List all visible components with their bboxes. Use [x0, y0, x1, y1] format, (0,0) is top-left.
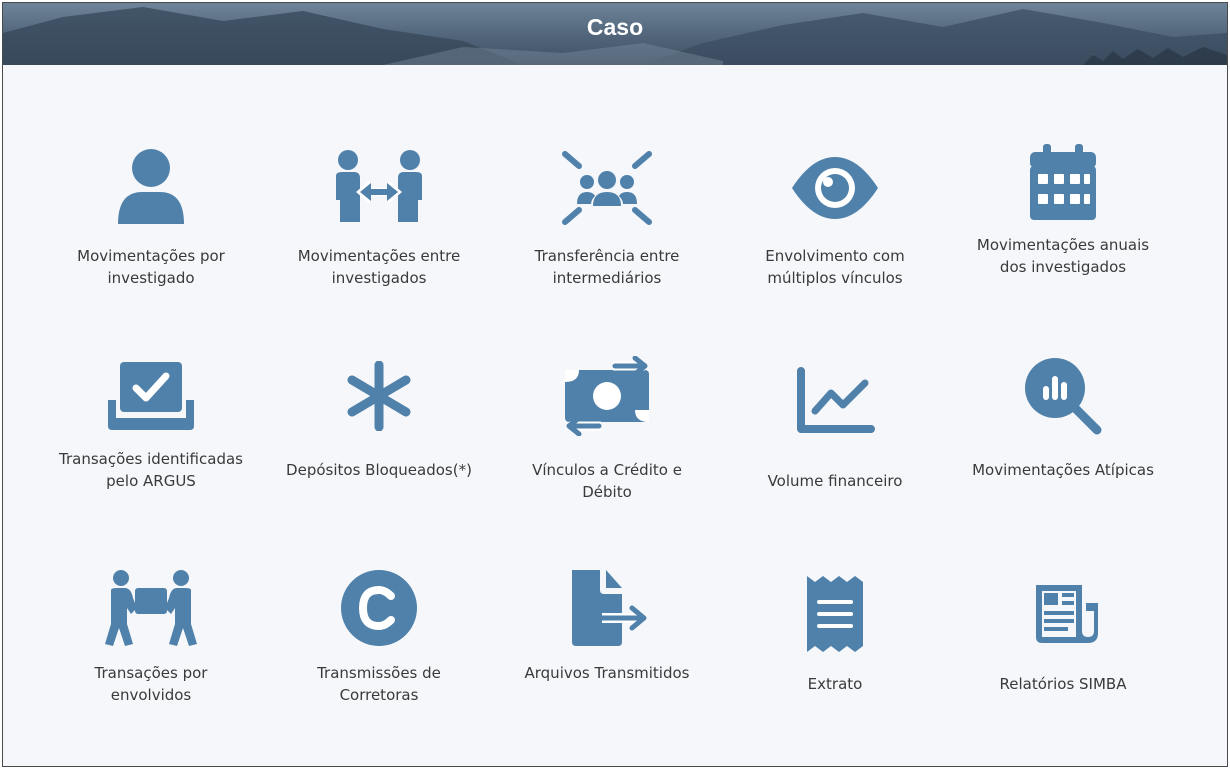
eye-icon [785, 143, 885, 233]
tile-label: Depósitos Bloqueados(*) [286, 461, 472, 479]
tile-label: Extrato [807, 675, 863, 693]
tile-transferencia-entre-intermediarios[interactable]: Transferência entre intermediários [493, 133, 721, 333]
tile-transacoes-por-envolvidos[interactable]: Transações por envolvidos [37, 559, 265, 759]
header-banner: Caso [3, 3, 1227, 65]
tile-label: Transações identificadas pelo ARGUS [59, 450, 243, 490]
tile-label: Relatórios SIMBA [999, 675, 1127, 693]
tile-movimentacoes-entre-investigados[interactable]: Movimentações entre investigados [265, 133, 493, 333]
tile-volume-financeiro[interactable]: Volume financeiro [721, 347, 949, 547]
newspaper-icon [1013, 569, 1113, 659]
calendar-icon [1013, 137, 1113, 227]
group-burst-icon [557, 143, 657, 233]
line-chart-icon [785, 357, 885, 447]
copyright-circle-icon [329, 563, 429, 653]
tile-label: Movimentações por investigado [77, 247, 225, 287]
tile-movimentacoes-anuais[interactable]: Movimentações anuais dos investigados [949, 133, 1177, 333]
app-frame: Caso Movimentações por investigado Movim… [2, 2, 1228, 767]
people-arrows-icon [329, 143, 429, 233]
tile-label: Movimentações anuais dos investigados [976, 236, 1150, 276]
tile-label: Transferência entre intermediários [534, 247, 680, 287]
tile-transmissoes-corretoras[interactable]: Transmissões de Corretoras [265, 559, 493, 759]
tile-label: Vínculos a Crédito e Débito [532, 461, 682, 501]
tile-movimentacoes-atipicas[interactable]: Movimentações Atípicas [949, 347, 1177, 547]
receipt-icon [785, 569, 885, 659]
tile-movimentacoes-por-investigado[interactable]: Movimentações por investigado [37, 133, 265, 333]
tile-arquivos-transmitidos[interactable]: Arquivos Transmitidos [493, 559, 721, 759]
tile-relatorios-simba[interactable]: Relatórios SIMBA [949, 559, 1177, 759]
people-carry-box-icon [101, 563, 201, 653]
inbox-check-icon [101, 351, 201, 441]
tile-vinculos-credito-debito[interactable]: Vínculos a Crédito e Débito [493, 347, 721, 547]
tile-extrato[interactable]: Extrato [721, 559, 949, 759]
tile-label: Transações por envolvidos [94, 664, 208, 704]
tile-label: Movimentações entre investigados [297, 247, 461, 287]
user-icon [101, 143, 201, 233]
tile-depositos-bloqueados[interactable]: Depósitos Bloqueados(*) [265, 347, 493, 547]
tile-label: Arquivos Transmitidos [524, 664, 690, 682]
money-transfer-icon [557, 351, 657, 441]
tile-label: Envolvimento com múltiplos vínculos [765, 247, 905, 287]
magnify-chart-icon [1013, 351, 1113, 441]
tile-label: Volume financeiro [767, 472, 903, 490]
page-title: Caso [586, 14, 644, 40]
file-export-icon [557, 563, 657, 653]
tile-envolvimento-multiplos-vinculos[interactable]: Envolvimento com múltiplos vínculos [721, 133, 949, 333]
tile-label: Transmissões de Corretoras [317, 664, 441, 704]
asterisk-icon [329, 351, 429, 441]
tile-label: Movimentações Atípicas [972, 461, 1154, 479]
tile-transacoes-argus[interactable]: Transações identificadas pelo ARGUS [37, 347, 265, 547]
